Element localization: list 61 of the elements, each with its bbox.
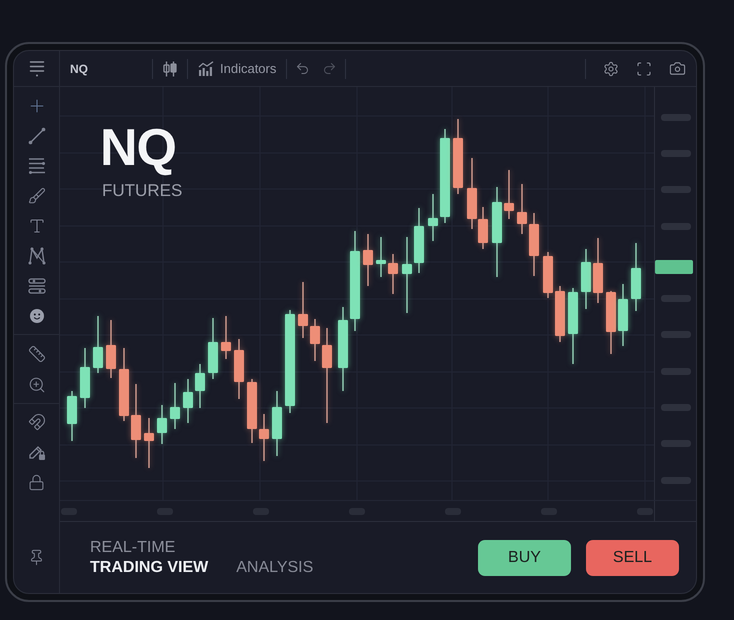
- current-price-marker: [655, 260, 693, 274]
- bullish-candle: [631, 243, 641, 311]
- sliders-icon[interactable]: [28, 277, 46, 295]
- smiley-icon[interactable]: [30, 309, 44, 323]
- settings-icon[interactable]: [603, 60, 619, 76]
- bullish-candle: [170, 383, 180, 429]
- bullish-candle: [428, 194, 438, 241]
- bullish-candle: [581, 249, 591, 309]
- bearish-candle: [298, 282, 308, 338]
- bearish-candle: [363, 234, 373, 286]
- undo-icon[interactable]: [295, 61, 310, 76]
- ruler-icon[interactable]: [28, 344, 46, 362]
- bullish-candle: [414, 208, 424, 273]
- bullish-candle: [80, 348, 90, 408]
- bearish-candle: [606, 291, 616, 354]
- bullish-candle: [67, 391, 77, 441]
- bullish-candle: [183, 379, 193, 423]
- bearish-candle: [529, 213, 539, 276]
- bearish-candle: [555, 286, 565, 342]
- bearish-candle: [310, 319, 320, 361]
- zoom-in-icon[interactable]: [28, 376, 46, 394]
- symbol-label[interactable]: NQ: [70, 62, 88, 76]
- camera-icon[interactable]: [669, 60, 686, 77]
- sell-button[interactable]: SELL: [586, 540, 679, 576]
- bullish-candle: [618, 284, 628, 346]
- text-icon[interactable]: [28, 217, 46, 235]
- bullish-candle: [376, 237, 386, 277]
- bearish-candle: [517, 184, 527, 234]
- menu-icon[interactable]: [28, 60, 44, 77]
- bearish-candle: [234, 339, 244, 399]
- bearish-candle: [144, 418, 154, 468]
- bullish-candle: [195, 364, 205, 408]
- bearish-candle: [106, 320, 116, 378]
- horizontal-lines-icon[interactable]: [28, 157, 46, 175]
- view-tab[interactable]: TRADING VIEW: [90, 558, 208, 578]
- zigzag-pattern-icon[interactable]: [28, 247, 46, 265]
- trend-line-icon[interactable]: [28, 127, 46, 145]
- view-tab[interactable]: ANALYSIS: [236, 558, 314, 578]
- bullish-candle: [272, 391, 282, 456]
- fullscreen-icon[interactable]: [636, 60, 652, 76]
- chart-icon: [198, 61, 214, 76]
- bearish-candle: [259, 414, 269, 461]
- bearish-candle: [247, 379, 257, 443]
- brush-icon[interactable]: [28, 187, 46, 205]
- bearish-candle: [388, 254, 398, 294]
- caption-label: REAL-TIME: [90, 538, 176, 558]
- pin-icon[interactable]: [28, 548, 45, 566]
- bullish-candle: [208, 318, 218, 379]
- magnet-icon[interactable]: [28, 413, 46, 431]
- chart-subtitle: FUTURES: [102, 182, 182, 199]
- chart-title: NQ: [100, 122, 176, 174]
- lock-icon[interactable]: [28, 474, 45, 490]
- bearish-candle: [543, 252, 553, 298]
- bullish-candle: [93, 316, 103, 373]
- bearish-candle: [221, 316, 231, 359]
- candlestick-icon[interactable]: [163, 60, 177, 76]
- bearish-candle: [593, 238, 603, 303]
- buy-button[interactable]: BUY: [478, 540, 571, 576]
- indicators-button[interactable]: Indicators: [198, 61, 276, 76]
- bearish-candle: [504, 170, 514, 219]
- bullish-candle: [157, 405, 167, 444]
